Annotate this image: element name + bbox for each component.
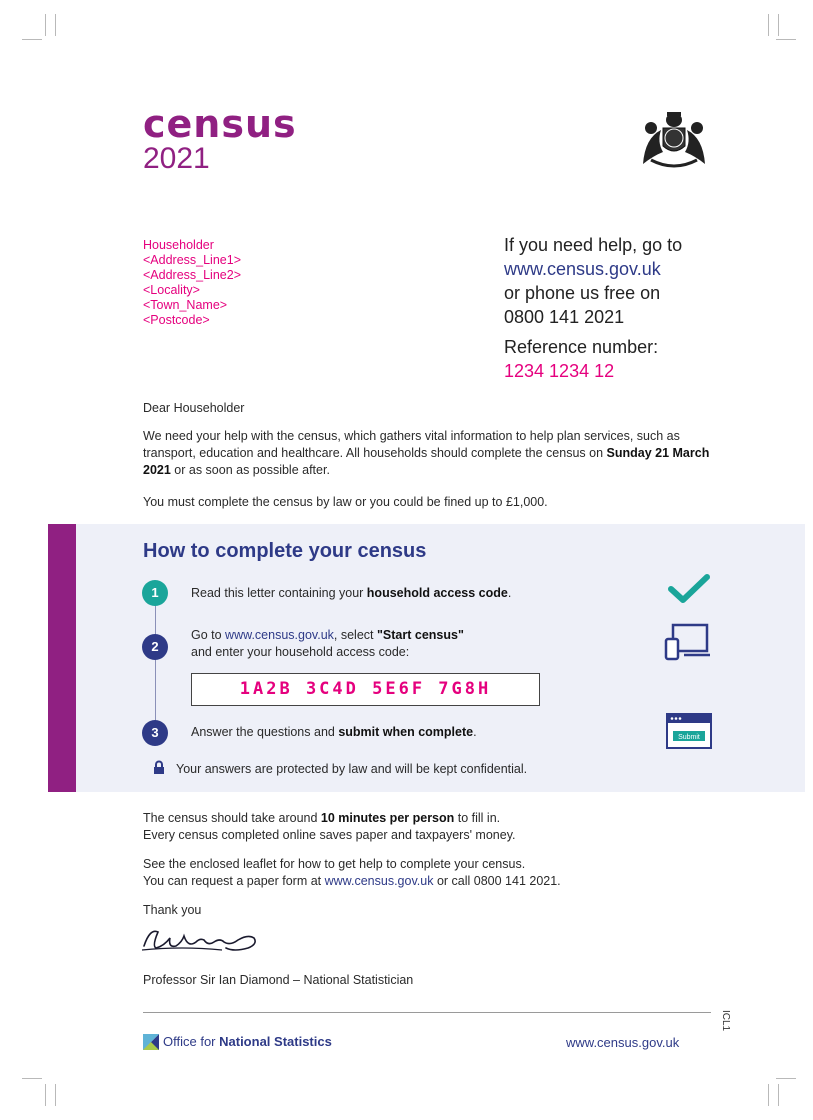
step-text-part: Go to [191,628,226,642]
closing-text: Every census completed online saves pape… [143,828,516,842]
intro-text: We need your help with the census, which… [143,429,680,460]
closing-text: or call 0800 141 2021. [433,874,561,888]
crop-mark [768,14,769,36]
help-url-link[interactable]: www.census.gov.uk [504,257,682,281]
help-line: If you need help, go to [504,235,683,255]
closing-text-bold: 10 minutes per person [320,811,455,825]
royal-coat-of-arms-icon [643,112,705,168]
submit-icon-label: Submit [678,734,700,741]
crop-mark [778,14,779,36]
thank-you: Thank you [143,903,202,917]
closing-text: See the enclosed leaflet for how to get … [143,857,526,871]
step-number-1: 1 [142,580,168,606]
footer-url-link[interactable]: www.census.gov.uk [566,1034,679,1051]
address-line: <Address_Line2> [143,268,241,282]
reference-label: Reference number: [504,337,659,357]
handwritten-signature [141,930,256,951]
steps-timeline [155,592,156,732]
paper-form-url-link[interactable]: www.census.gov.uk [325,874,434,888]
panel-accent-bar [48,524,76,792]
panel-title: How to complete your census [143,540,427,562]
step-text-part: . [507,586,512,600]
crop-mark [768,1084,769,1106]
footer-divider [143,1012,711,1013]
step-3-text: Answer the questions and submit when com… [191,724,477,741]
crop-mark [778,1084,779,1106]
intro-paragraph: We need your help with the census, which… [143,428,713,479]
census-logo-word: census [143,102,297,146]
crop-mark [776,1078,796,1079]
crop-mark [55,14,56,36]
crop-mark [45,14,46,36]
crop-mark [22,39,42,40]
document-code: ICL1 [720,1010,731,1032]
reference-number: 1234 1234 12 [504,361,615,381]
checkmark-icon [668,574,710,603]
address-line: <Postcode> [143,313,210,327]
step-text-part: , select [333,628,377,642]
step-text-bold: "Start census" [376,628,464,642]
legal-notice: You must complete the census by law or y… [143,495,548,509]
address-line: Householder [143,238,214,252]
time-paragraph: The census should take around 10 minutes… [143,810,713,844]
step-1-text: Read this letter containing your househo… [191,585,511,602]
crop-mark [22,1078,42,1079]
lock-icon [154,760,164,774]
step-2-text: Go to www.census.gov.uk, select "Start c… [191,627,464,661]
confidential-note: Your answers are protected by law and wi… [176,762,528,776]
closing-text: The census should take around [143,811,321,825]
ons-logo-icon [143,1034,159,1050]
ons-text: Office for [163,1034,220,1049]
closing-text: to fill in. [454,811,501,825]
crop-mark [45,1084,46,1106]
ons-text-bold: National Statistics [219,1034,332,1049]
crop-mark [55,1084,56,1106]
help-paragraph: See the enclosed leaflet for how to get … [143,856,713,890]
greeting: Dear Householder [143,401,245,415]
help-phone: 0800 141 2021 [504,307,625,327]
step-number-2: 2 [142,634,168,660]
address-line: <Locality> [143,283,200,297]
address-line: <Town_Name> [143,298,228,312]
help-block: If you need help, go to www.census.gov.u… [504,233,682,383]
census-logo-year: 2021 [143,142,210,175]
ons-wordmark: Office for National Statistics [163,1033,332,1050]
step-text-bold: submit when complete [338,725,474,739]
household-access-code: 1A2B 3C4D 5E6F 7G8H [191,673,540,706]
intro-text: or as soon as possible after. [170,463,330,477]
step-text-part: Answer the questions and [191,725,339,739]
submit-window-icon: Submit [666,713,712,749]
closing-text: You can request a paper form at [143,874,325,888]
recipient-address: Householder <Address_Line1> <Address_Lin… [143,238,241,328]
crop-mark [776,39,796,40]
help-line: or phone us free on [504,283,661,303]
step-text-bold: household access code [366,586,508,600]
signatory: Professor Sir Ian Diamond – National Sta… [143,973,414,987]
step-number-3: 3 [142,720,168,746]
census-url-link[interactable]: www.census.gov.uk [225,628,334,642]
step-text-part: and enter your household access code: [191,645,410,659]
step-text-part: . [473,725,477,739]
devices-icon [664,623,710,661]
address-line: <Address_Line1> [143,253,241,267]
step-text-part: Read this letter containing your [191,586,367,600]
